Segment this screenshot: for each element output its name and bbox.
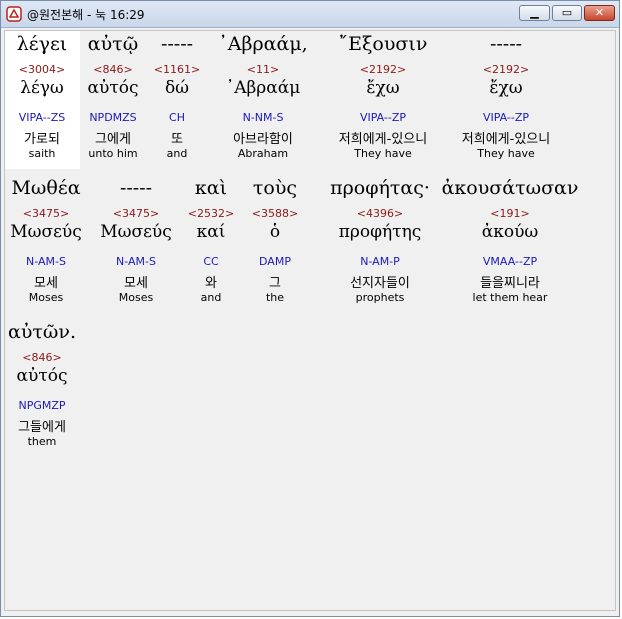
interlinear-word[interactable]: ᾿Αβραάμ, <11> ᾿Αβραάμ N-NM-S 아브라함이 Abraham <box>198 33 328 168</box>
strongs-number: <2192> <box>482 63 530 76</box>
lemma: προφήτης <box>338 222 422 242</box>
minimize-button[interactable]: ▁ <box>519 5 550 21</box>
greek-word: ἀκουσάτωσαν <box>441 177 579 199</box>
english-gloss: Moses <box>28 291 64 304</box>
morphology-code: N-AM-P <box>360 255 400 268</box>
strongs-number: <1161> <box>153 63 201 76</box>
interlinear-word[interactable]: ῎Εξουσιν <2192> ἔχω VIPA--ZP 저희에게-있으니 They ha… <box>318 33 448 168</box>
korean-gloss: 저희에게-있으니 <box>338 132 428 147</box>
korean-gloss: 그들에게 <box>18 420 66 435</box>
strongs-number: <3588> <box>251 207 299 220</box>
greek-word: προφήτας· <box>330 177 430 199</box>
english-gloss: them <box>27 435 57 448</box>
morphology-code: N-NM-S <box>242 111 284 124</box>
korean-gloss: 선지자들이 <box>350 276 410 291</box>
english-gloss: and <box>166 147 188 160</box>
strongs-number: <4396> <box>356 207 404 220</box>
strongs-number: <11> <box>246 63 280 76</box>
korean-gloss: 모세 <box>124 276 148 291</box>
bible-icon <box>6 6 22 22</box>
interlinear-view[interactable]: λέγει <3004> λέγω VIPA--ZS 가로되 saith αὐτῷ <846>… <box>4 30 616 611</box>
korean-gloss: 저희에게-있으니 <box>461 132 551 147</box>
korean-gloss: 아브라함이 <box>233 132 293 147</box>
lemma: ἀκούω <box>481 222 539 242</box>
korean-gloss: 또 <box>171 132 183 147</box>
minimize-icon: ▁ <box>530 6 539 19</box>
english-gloss: Abraham <box>237 147 289 160</box>
interlinear-word[interactable]: ----- <2192> ἔχω VIPA--ZP 저희에게-있으니 They have <box>441 33 571 168</box>
maximize-icon: ▭ <box>561 6 573 19</box>
maximize-button[interactable]: ▭ <box>552 5 582 21</box>
korean-gloss: 들을찌니라 <box>480 276 540 291</box>
strongs-number: <846> <box>22 351 62 364</box>
korean-gloss: 모세 <box>34 276 58 291</box>
lemma: αὐτός <box>16 366 68 386</box>
close-icon: ✕ <box>594 6 605 19</box>
morphology-code: VIPA--ZP <box>482 111 530 124</box>
english-gloss: prophets <box>355 291 405 304</box>
title-bar[interactable]: @원전본해 - 눅 16:29 ▁ ▭ ✕ <box>1 1 619 28</box>
interlinear-word[interactable]: προφήτας· <4396> προφήτης N-AM-P 선지자들이 prophe… <box>315 177 445 312</box>
greek-word: ----- <box>160 33 194 55</box>
strongs-number: <3475> <box>22 207 70 220</box>
lemma: δώ <box>164 78 190 98</box>
interlinear-word[interactable]: ἀκουσάτωσαν <191> ἀκούω VMAA--ZP 들을찌니라 let th… <box>442 177 579 312</box>
interlinear-word[interactable]: αὐτῶν. <846> αὐτός NPGMZP 그들에게 them <box>0 321 107 456</box>
morphology-code: CH <box>169 111 185 124</box>
english-gloss: let them hear <box>472 291 548 304</box>
greek-word: ᾿Αβραάμ, <box>218 33 308 55</box>
lemma: ἔχω <box>366 78 400 98</box>
english-gloss: They have <box>354 147 412 160</box>
close-button[interactable]: ✕ <box>584 5 615 21</box>
lemma: ἔχω <box>489 78 523 98</box>
greek-word: τοὺς <box>252 177 298 199</box>
window-title: @원전본해 - 눅 16:29 <box>27 8 145 22</box>
greek-word: ῎Εξουσιν <box>338 33 428 55</box>
greek-word: αὐτῶν. <box>8 321 76 343</box>
english-gloss: They have <box>477 147 535 160</box>
morphology-code: DAMP <box>259 255 291 268</box>
morphology-code: VMAA--ZP <box>482 255 538 268</box>
english-gloss: the <box>265 291 285 304</box>
greek-word: ----- <box>489 33 523 55</box>
strongs-number: <191> <box>490 207 530 220</box>
morphology-code: VIPA--ZP <box>359 111 407 124</box>
lemma: ὁ <box>269 222 281 242</box>
lemma: ᾿Αβραάμ <box>225 78 301 98</box>
korean-gloss: 그 <box>269 276 281 291</box>
morphology-code: NPGMZP <box>18 399 66 412</box>
morphology-code: N-AM-S <box>26 255 66 268</box>
strongs-number: <2192> <box>359 63 407 76</box>
main-window: @원전본해 - 눅 16:29 ▁ ▭ ✕ λέγει <3004> λέγω VIP… <box>0 0 620 617</box>
